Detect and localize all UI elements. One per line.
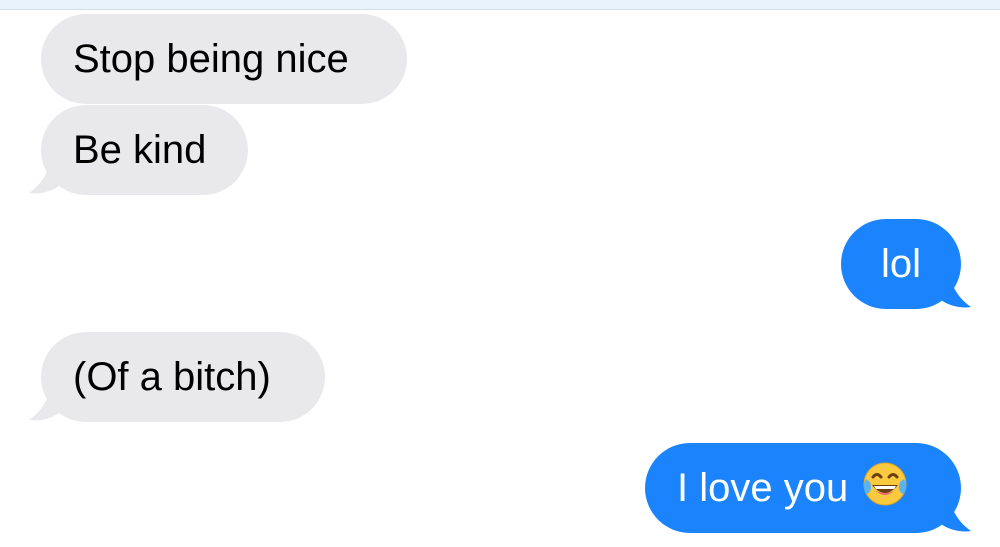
message-text: (Of a bitch) <box>73 355 271 399</box>
message-text: I love you <box>677 466 849 510</box>
received-message-bubble[interactable]: Be kind <box>41 105 248 195</box>
sent-message-bubble[interactable]: I love you <box>645 443 961 533</box>
face-with-tears-of-joy-icon <box>862 449 908 506</box>
message-text: Stop being nice <box>73 37 349 81</box>
received-message-bubble[interactable]: Stop being nice <box>41 14 407 104</box>
sent-message-bubble[interactable]: lol <box>841 219 961 309</box>
message-text: lol <box>880 242 922 286</box>
message-thread: Stop being nice Be kind lol (Of a bitch)… <box>0 0 1000 547</box>
received-message-bubble[interactable]: (Of a bitch) <box>41 332 325 422</box>
message-text: Be kind <box>73 128 207 172</box>
